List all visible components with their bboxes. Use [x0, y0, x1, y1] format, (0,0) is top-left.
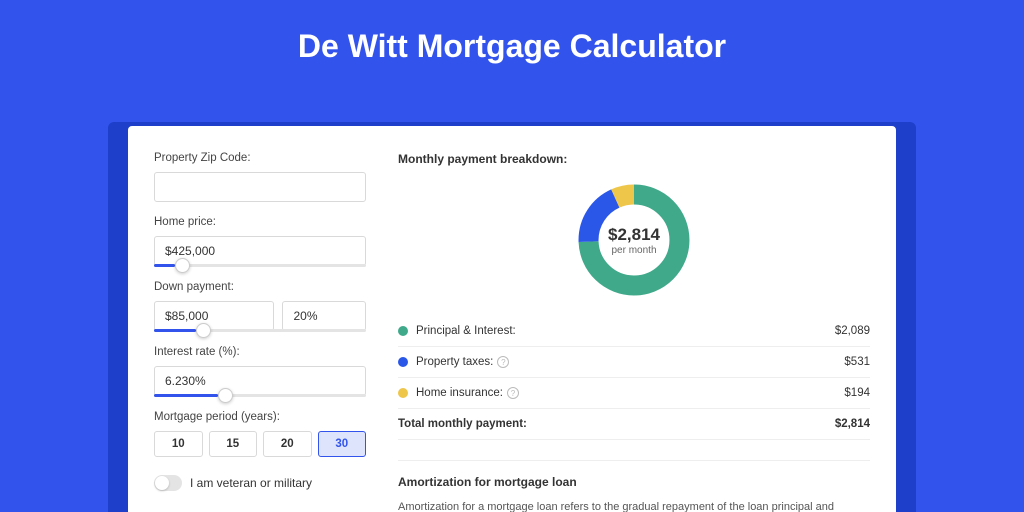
- amortization-section: Amortization for mortgage loan Amortizat…: [398, 460, 870, 512]
- amortization-title: Amortization for mortgage loan: [398, 475, 870, 489]
- veteran-row: I am veteran or military: [154, 475, 366, 491]
- amortization-text: Amortization for a mortgage loan refers …: [398, 499, 870, 512]
- dot-icon: [398, 388, 408, 398]
- dot-icon: [398, 326, 408, 336]
- down-payment-label: Down payment:: [154, 281, 366, 293]
- veteran-label: I am veteran or military: [190, 476, 312, 490]
- interest-rate-slider[interactable]: [154, 394, 366, 397]
- breakdown-value: $531: [844, 356, 870, 368]
- home-price-slider[interactable]: [154, 264, 366, 267]
- period-option-15[interactable]: 15: [209, 431, 258, 457]
- interest-rate-label: Interest rate (%):: [154, 346, 366, 358]
- breakdown-panel: Monthly payment breakdown: $2,814 per mo…: [388, 126, 896, 512]
- form-panel: Property Zip Code: Home price: Down paym…: [128, 126, 388, 512]
- veteran-toggle[interactable]: [154, 475, 182, 491]
- down-payment-slider[interactable]: [154, 329, 366, 332]
- home-price-field: Home price:: [154, 216, 366, 267]
- slider-thumb[interactable]: [196, 323, 211, 338]
- help-icon[interactable]: ?: [497, 356, 509, 368]
- breakdown-row-principal: Principal & Interest: $2,089: [398, 316, 870, 347]
- page-title: De Witt Mortgage Calculator: [0, 0, 1024, 89]
- period-label: Mortgage period (years):: [154, 411, 366, 423]
- breakdown-label: Property taxes:?: [416, 356, 844, 368]
- calculator-card: Property Zip Code: Home price: Down paym…: [128, 126, 896, 512]
- breakdown-title: Monthly payment breakdown:: [398, 152, 870, 166]
- period-option-30[interactable]: 30: [318, 431, 367, 457]
- zip-field: Property Zip Code:: [154, 152, 366, 202]
- breakdown-label: Principal & Interest:: [416, 325, 835, 337]
- donut-center: $2,814 per month: [574, 180, 694, 300]
- breakdown-value: $194: [844, 387, 870, 399]
- period-option-10[interactable]: 10: [154, 431, 203, 457]
- down-payment-amount-input[interactable]: [154, 301, 274, 331]
- interest-rate-input[interactable]: [154, 366, 366, 396]
- donut-chart-wrap: $2,814 per month: [398, 180, 870, 300]
- donut-amount: $2,814: [608, 225, 660, 245]
- down-payment-field: Down payment:: [154, 281, 366, 332]
- total-label: Total monthly payment:: [398, 418, 835, 430]
- breakdown-row-taxes: Property taxes:? $531: [398, 347, 870, 378]
- breakdown-value: $2,089: [835, 325, 870, 337]
- slider-thumb[interactable]: [218, 388, 233, 403]
- donut-chart: $2,814 per month: [574, 180, 694, 300]
- home-price-label: Home price:: [154, 216, 366, 228]
- donut-permonth: per month: [611, 245, 656, 256]
- help-icon[interactable]: ?: [507, 387, 519, 399]
- total-value: $2,814: [835, 418, 870, 430]
- slider-thumb[interactable]: [175, 258, 190, 273]
- dot-icon: [398, 357, 408, 367]
- zip-input[interactable]: [154, 172, 366, 202]
- zip-label: Property Zip Code:: [154, 152, 366, 164]
- period-option-20[interactable]: 20: [263, 431, 312, 457]
- breakdown-label: Home insurance:?: [416, 387, 844, 399]
- interest-rate-field: Interest rate (%):: [154, 346, 366, 397]
- down-payment-percent-input[interactable]: [282, 301, 366, 331]
- breakdown-row-total: Total monthly payment: $2,814: [398, 409, 870, 440]
- breakdown-row-insurance: Home insurance:? $194: [398, 378, 870, 409]
- period-field: Mortgage period (years): 10 15 20 30: [154, 411, 366, 457]
